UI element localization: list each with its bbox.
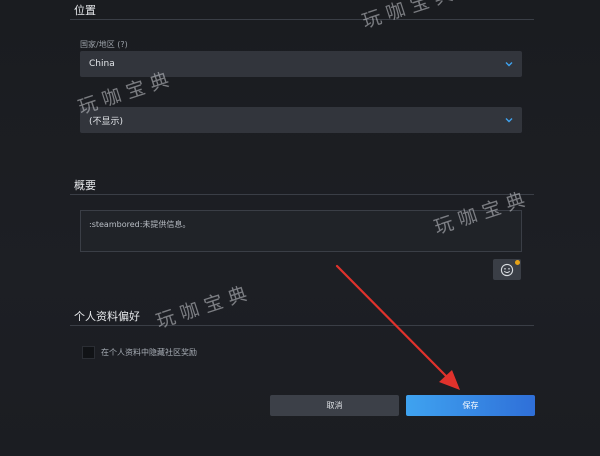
cancel-button[interactable]: 取消 xyxy=(270,395,399,416)
state-select[interactable]: (不显示) xyxy=(80,107,522,133)
country-select-value: China xyxy=(89,59,115,69)
summary-section-title: 概要 xyxy=(74,179,96,192)
emoticon-button[interactable] xyxy=(493,259,521,280)
country-field-label: 国家/地区 (?) xyxy=(80,40,128,49)
chevron-down-icon xyxy=(505,118,513,123)
chevron-down-icon xyxy=(505,62,513,67)
edit-profile-panel: 位置 国家/地区 (?) China (不显示) 概要 :steambored:… xyxy=(0,0,600,456)
watermark-text: 玩咖宝典 xyxy=(359,0,462,33)
location-divider xyxy=(70,19,534,20)
location-section-title: 位置 xyxy=(74,4,96,17)
hide-community-awards-option[interactable]: 在个人资料中隐藏社区奖励 xyxy=(82,346,197,359)
hide-community-awards-checkbox[interactable] xyxy=(82,346,95,359)
save-button[interactable]: 保存 xyxy=(406,395,535,416)
emoticon-icon xyxy=(500,263,514,276)
preferences-divider xyxy=(70,325,534,326)
hide-community-awards-label: 在个人资料中隐藏社区奖励 xyxy=(101,348,197,357)
summary-divider xyxy=(70,194,534,195)
notification-dot xyxy=(515,260,520,265)
preferences-section-title: 个人资料偏好 xyxy=(74,310,140,323)
